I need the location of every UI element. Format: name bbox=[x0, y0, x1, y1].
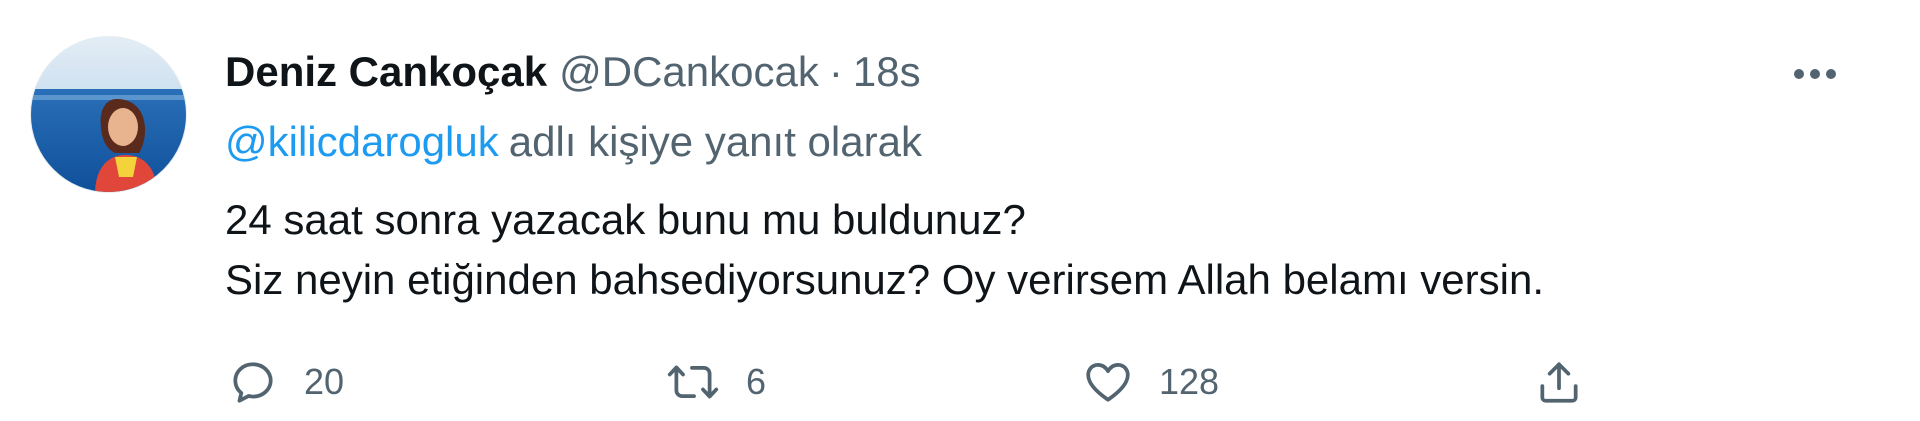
retweet-icon bbox=[667, 365, 719, 399]
share-icon bbox=[1540, 362, 1578, 403]
heart-icon bbox=[1086, 363, 1130, 402]
tweet-text-line: 24 saat sonra yazacak bunu mu buldunuz? bbox=[225, 196, 1026, 243]
avatar-image bbox=[31, 37, 186, 192]
reply-icon bbox=[233, 362, 273, 403]
avatar[interactable] bbox=[30, 36, 187, 193]
reply-context-text: adlı kişiye yanıt olarak bbox=[508, 118, 922, 165]
tweet-timestamp[interactable]: 18s bbox=[853, 46, 921, 98]
retweet-count: 6 bbox=[746, 361, 767, 402]
tweet[interactable]: Deniz Cankoçak @DCankocak · 18s @kilicda… bbox=[0, 0, 1920, 421]
tweet-text-line: Siz neyin etiğinden bahsediyorsunuz? Oy … bbox=[225, 256, 1545, 303]
reply-count: 20 bbox=[304, 361, 345, 402]
more-horizontal-icon bbox=[1794, 69, 1836, 79]
reply-mention-link[interactable]: @kilicdarogluk bbox=[225, 118, 499, 165]
more-options-button[interactable] bbox=[1780, 52, 1850, 96]
like-count: 128 bbox=[1159, 361, 1220, 402]
share-button[interactable] bbox=[1534, 352, 1584, 412]
like-button[interactable]: 128 bbox=[1083, 352, 1219, 412]
tweet-actions: 20 6 128 bbox=[0, 352, 1920, 412]
tweet-text: 24 saat sonra yazacak bunu mu buldunuz? … bbox=[225, 190, 1544, 310]
author-handle[interactable]: @DCankocak bbox=[559, 46, 819, 98]
tweet-header: Deniz Cankoçak @DCankocak · 18s bbox=[225, 46, 921, 98]
retweet-button[interactable]: 6 bbox=[666, 352, 766, 412]
reply-button[interactable]: 20 bbox=[228, 352, 344, 412]
reply-context: @kilicdarogluk adlı kişiye yanıt olarak bbox=[225, 116, 922, 168]
author-display-name[interactable]: Deniz Cankoçak bbox=[225, 46, 547, 98]
header-separator: · bbox=[828, 48, 843, 95]
